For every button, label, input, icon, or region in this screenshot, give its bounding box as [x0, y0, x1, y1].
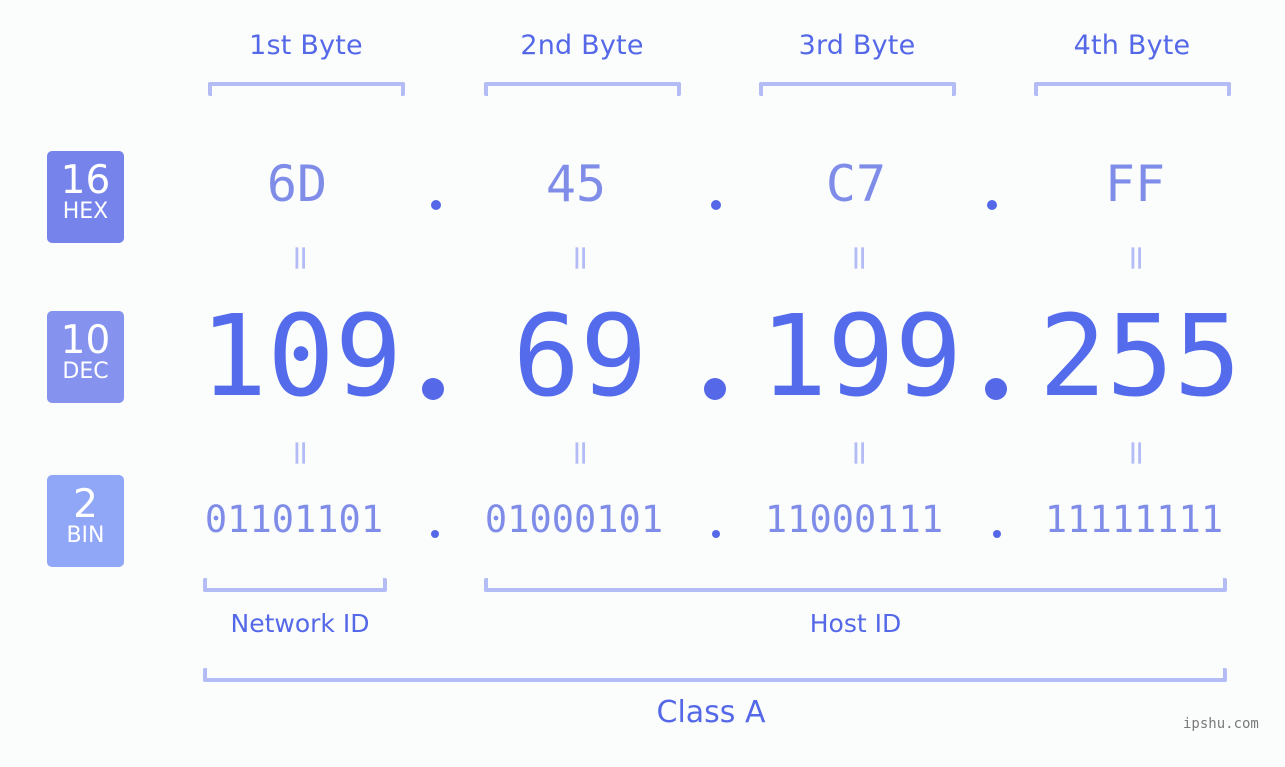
host-id-bracket	[484, 578, 1227, 592]
dec-separator-dot	[985, 378, 1007, 400]
hex-badge-label: HEX	[62, 199, 109, 224]
byte-header-3: 3rd Byte	[798, 30, 916, 61]
hex-separator-dot	[431, 200, 441, 210]
equals-sign: =	[1116, 243, 1156, 273]
bin-value-2: 01000101	[484, 498, 664, 541]
byte-bracket-1	[208, 82, 405, 96]
bin-badge: 2 BIN	[47, 475, 124, 567]
bin-separator-dot	[993, 530, 1001, 538]
byte-header-2: 2nd Byte	[520, 30, 644, 61]
dec-value-1: 109	[199, 292, 403, 422]
bin-value-4: 11111111	[1044, 498, 1224, 541]
hex-separator-dot	[987, 200, 997, 210]
network-id-bracket	[203, 578, 387, 592]
equals-sign: =	[560, 438, 600, 468]
hex-value-2: 45	[545, 155, 607, 213]
network-id-label: Network ID	[230, 609, 370, 638]
byte-header-1: 1st Byte	[249, 30, 363, 61]
equals-sign: =	[280, 438, 320, 468]
dec-value-4: 255	[1038, 292, 1242, 422]
hex-badge: 16 HEX	[47, 151, 124, 243]
class-label: Class A	[656, 695, 766, 730]
bin-value-3: 11000111	[764, 498, 944, 541]
dec-badge-number: 10	[60, 318, 111, 363]
equals-sign: =	[560, 243, 600, 273]
hex-value-4: FF	[1104, 155, 1166, 213]
bin-badge-number: 2	[73, 482, 98, 527]
bin-separator-dot	[712, 530, 720, 538]
class-bracket	[203, 668, 1227, 682]
dec-badge-label: DEC	[62, 359, 109, 384]
watermark: ipshu.com	[1183, 716, 1259, 732]
hex-value-1: 6D	[266, 155, 328, 213]
dec-value-2: 69	[512, 292, 648, 422]
equals-sign: =	[839, 243, 879, 273]
byte-bracket-4	[1034, 82, 1231, 96]
byte-header-4: 4th Byte	[1073, 30, 1191, 61]
dec-separator-dot	[704, 378, 726, 400]
equals-sign: =	[839, 438, 879, 468]
bin-badge-label: BIN	[66, 523, 105, 548]
equals-sign: =	[1116, 438, 1156, 468]
equals-sign: =	[280, 243, 320, 273]
byte-bracket-2	[484, 82, 681, 96]
host-id-label: Host ID	[809, 609, 902, 638]
bin-value-1: 01101101	[204, 498, 384, 541]
hex-value-3: C7	[825, 155, 887, 213]
dec-separator-dot	[422, 378, 444, 400]
byte-bracket-3	[759, 82, 956, 96]
bin-separator-dot	[431, 530, 439, 538]
dec-value-3: 199	[759, 292, 963, 422]
hex-badge-number: 16	[60, 158, 111, 203]
dec-badge: 10 DEC	[47, 311, 124, 403]
hex-separator-dot	[711, 200, 721, 210]
